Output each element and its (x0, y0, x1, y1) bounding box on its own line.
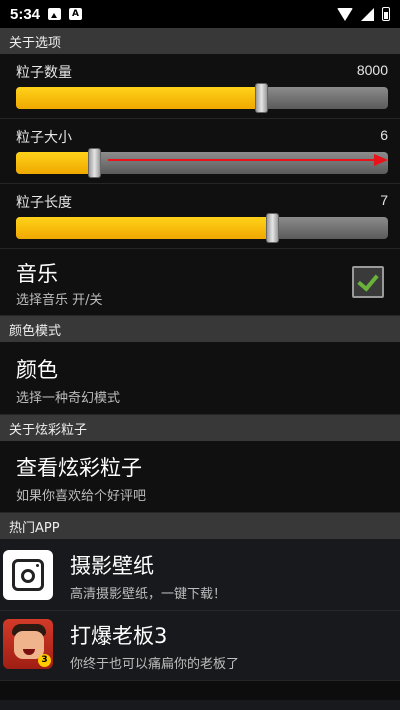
app-title: 打爆老板3 (70, 624, 168, 648)
next-list-item-peek (0, 700, 400, 710)
a-icon: A (69, 8, 83, 20)
slider-fill (16, 152, 95, 174)
slider-track[interactable] (16, 87, 388, 109)
category-about-particles: 关于炫彩粒子 (0, 415, 400, 441)
slider-thumb[interactable] (87, 148, 101, 178)
boss-badge: 3 (38, 654, 51, 667)
category-color-mode: 颜色模式 (0, 316, 400, 342)
red-arrow-annotation (108, 159, 376, 161)
pref-summary: 选择一种奇幻模式 (16, 391, 121, 406)
red-arrowhead-icon (374, 154, 388, 166)
app-summary: 你终于也可以痛扁你的老板了 (70, 657, 240, 672)
slider-label: 粒子长度 (16, 195, 72, 211)
slider-thumb[interactable] (266, 213, 280, 243)
slider-particle-length[interactable]: 粒子长度 7 (0, 184, 400, 249)
pref-color[interactable]: 颜色 选择一种奇幻模式 (0, 342, 400, 415)
slider-particle-count[interactable]: 粒子数量 8000 (0, 54, 400, 119)
pref-title: 颜色 (16, 358, 58, 382)
pref-summary: 如果你喜欢给个好评吧 (16, 489, 147, 504)
category-hot-apps: 热门APP (0, 513, 400, 539)
signal-icon (361, 7, 374, 21)
pref-title: 音乐 (16, 262, 58, 286)
pref-summary: 选择音乐 开/关 (16, 293, 103, 308)
app-summary: 高清摄影壁纸，一键下载！ (70, 587, 227, 602)
settings-list: 关于选项 粒子数量 8000 粒子大小 6 粒子长度 7 音乐 选择音乐 开/关… (0, 28, 400, 681)
slider-label: 粒子数量 (16, 65, 72, 81)
camera-icon (3, 550, 53, 600)
pref-music[interactable]: 音乐 选择音乐 开/关 (0, 249, 400, 316)
slider-track[interactable] (16, 217, 388, 239)
slider-track[interactable] (16, 152, 388, 174)
slider-value: 7 (380, 192, 388, 208)
boss-game-icon: 3 (3, 619, 53, 669)
app-item-beat-boss[interactable]: 3 打爆老板3 你终于也可以痛扁你的老板了 (0, 611, 400, 681)
battery-icon (382, 7, 390, 21)
slider-value: 8000 (356, 62, 388, 78)
music-checkbox[interactable] (352, 266, 384, 298)
slider-particle-size[interactable]: 粒子大小 6 (0, 119, 400, 184)
check-icon (357, 269, 379, 292)
slider-fill (16, 87, 262, 109)
pref-title: 查看炫彩粒子 (16, 456, 142, 480)
slider-label: 粒子大小 (16, 130, 72, 146)
slider-value: 6 (380, 127, 388, 143)
image-icon (48, 8, 62, 20)
slider-fill (16, 217, 273, 239)
category-about-options: 关于选项 (0, 28, 400, 54)
pref-view-particles[interactable]: 查看炫彩粒子 如果你喜欢给个好评吧 (0, 441, 400, 513)
slider-thumb[interactable] (255, 83, 269, 113)
status-bar: 5:34 A (0, 0, 400, 28)
app-item-photo-wallpaper[interactable]: 摄影壁纸 高清摄影壁纸，一键下载！ (0, 539, 400, 611)
status-time: 5:34 (10, 5, 41, 23)
app-title: 摄影壁纸 (70, 554, 154, 578)
wifi-icon (337, 7, 353, 21)
